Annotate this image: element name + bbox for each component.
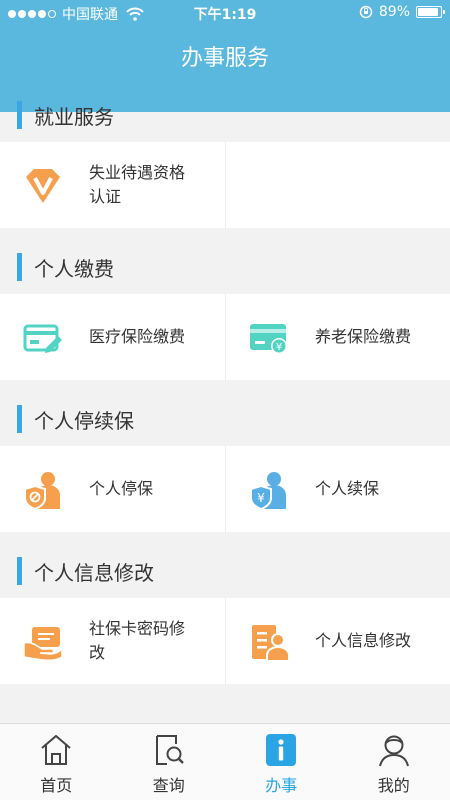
header: 中国联通 下午1:19 89% 办事服务	[0, 0, 450, 112]
section-accent-bar	[17, 101, 22, 129]
tab-business[interactable]: 办事	[225, 724, 338, 800]
service-label: 失业待遇资格认证	[89, 163, 186, 206]
section-row-info-modify: 社保卡密码修改 个人信息修改	[0, 598, 450, 684]
service-personal-suspend[interactable]: 个人停保	[0, 446, 225, 532]
section-header-info-modify: 个人信息修改	[0, 556, 450, 586]
user-icon	[378, 735, 409, 767]
service-card-password-change[interactable]: 社保卡密码修改	[0, 598, 225, 684]
section-title: 就业服务	[34, 104, 114, 129]
service-label: 社保卡密码修改	[89, 619, 186, 662]
svg-text:¥: ¥	[276, 342, 282, 353]
service-label: 个人停保	[89, 479, 154, 498]
tab-label: 我的	[377, 776, 410, 795]
section-title: 个人信息修改	[34, 560, 154, 585]
service-personal-info-change[interactable]: 个人信息修改	[225, 598, 450, 684]
service-label: 个人续保	[315, 479, 380, 498]
tab-label: 首页	[40, 776, 73, 795]
service-label: 个人信息修改	[315, 631, 412, 650]
diamond-v-icon	[26, 169, 60, 203]
service-label: 医疗保险缴费	[89, 327, 186, 346]
section-title: 个人缴费	[34, 256, 114, 281]
document-person-icon	[252, 625, 290, 662]
svg-text:¥: ¥	[257, 491, 265, 505]
section-row-suspend-continue: 个人停保 ¥ 个人续保	[0, 446, 450, 532]
home-icon	[41, 735, 71, 765]
hand-card-icon	[23, 627, 63, 662]
section-header-payment: 个人缴费	[0, 252, 450, 282]
tab-query[interactable]: 查询	[113, 724, 226, 800]
section-header-suspend-continue: 个人停续保	[0, 404, 450, 434]
section-accent-bar	[17, 557, 22, 585]
rotation-lock-icon	[359, 5, 373, 19]
empty-cell	[225, 142, 450, 228]
section-accent-bar	[17, 253, 22, 281]
page-title: 办事服务	[180, 46, 269, 71]
person-yuan-shield-icon: ¥	[250, 472, 286, 511]
tab-bar: 首页 查询 办事 我的	[0, 723, 450, 800]
section-accent-bar	[17, 405, 22, 433]
service-label: 养老保险缴费	[315, 327, 412, 346]
search-document-icon	[155, 735, 184, 765]
service-unemployment-certification[interactable]: 失业待遇资格认证	[0, 142, 225, 228]
status-bar: 中国联通 下午1:19 89%	[0, 0, 450, 26]
service-medical-insurance-payment[interactable]: 医疗保险缴费	[0, 294, 225, 380]
service-personal-continue[interactable]: ¥ 个人续保	[225, 446, 450, 532]
service-pension-insurance-payment[interactable]: ¥ 养老保险缴费	[225, 294, 450, 380]
info-icon	[266, 734, 296, 766]
battery-icon	[416, 6, 445, 18]
tab-label: 办事	[265, 776, 298, 795]
tab-mine[interactable]: 我的	[338, 724, 450, 800]
card-pen-icon	[23, 324, 62, 353]
section-row-payment: 医疗保险缴费 ¥ 养老保险缴费	[0, 294, 450, 380]
card-yuan-icon: ¥	[250, 324, 287, 354]
section-header-employment: 就业服务	[0, 100, 450, 130]
person-stop-shield-icon	[24, 472, 60, 511]
battery-percent: 89%	[378, 4, 410, 20]
section-row-employment: 失业待遇资格认证	[0, 142, 450, 228]
section-title: 个人停续保	[34, 408, 134, 433]
tab-label: 查询	[152, 776, 185, 795]
tab-home[interactable]: 首页	[0, 724, 113, 800]
